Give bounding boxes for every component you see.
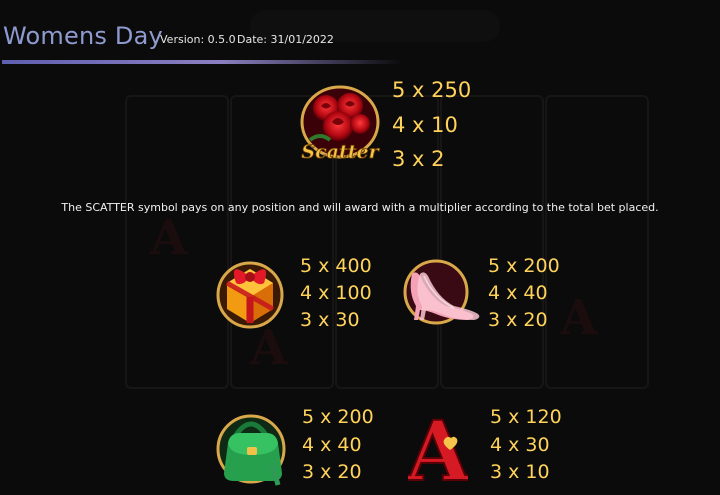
ace-pay-3: 3 x 10	[490, 461, 550, 483]
background-reel	[125, 95, 229, 389]
date-label: Date: 31/01/2022	[237, 33, 334, 46]
ace-letter: A	[408, 404, 468, 491]
scatter-pay-5: 5 x 250	[392, 78, 472, 102]
ace-pay-4: 4 x 30	[490, 434, 550, 456]
background-ace-symbol: A	[150, 210, 188, 266]
background-reel	[545, 95, 649, 389]
scatter-pay-4: 4 x 10	[392, 113, 458, 137]
handbag-pay-4: 4 x 40	[302, 434, 362, 456]
scatter-description: The SCATTER symbol pays on any position …	[61, 201, 659, 214]
gift-pay-5: 5 x 400	[300, 255, 372, 277]
ace-symbol-icon: A	[404, 400, 472, 495]
heels-pay-5: 5 x 200	[488, 255, 560, 277]
heels-pay-4: 4 x 40	[488, 282, 548, 304]
handbag-pay-3: 3 x 20	[302, 461, 362, 483]
ace-pay-5: 5 x 120	[490, 406, 562, 428]
version-label: Version: 0.5.0	[160, 33, 236, 46]
gift-box-icon	[213, 255, 287, 331]
gift-pay-4: 4 x 100	[300, 282, 372, 304]
handbag-icon	[214, 405, 290, 491]
paytable-header: Womens Day Version: 0.5.0 Date: 31/01/20…	[0, 0, 720, 70]
scatter-symbol-icon: Scatter	[298, 82, 382, 168]
scatter-label: Scatter	[301, 141, 380, 163]
high-heels-icon	[400, 258, 480, 334]
heels-pay-3: 3 x 20	[488, 309, 548, 331]
page-title: Womens Day	[3, 22, 163, 50]
background-ace-symbol: A	[560, 290, 598, 346]
scatter-pay-3: 3 x 2	[392, 147, 445, 171]
gift-pay-3: 3 x 30	[300, 309, 360, 331]
title-underline	[2, 60, 402, 64]
handbag-pay-5: 5 x 200	[302, 406, 374, 428]
